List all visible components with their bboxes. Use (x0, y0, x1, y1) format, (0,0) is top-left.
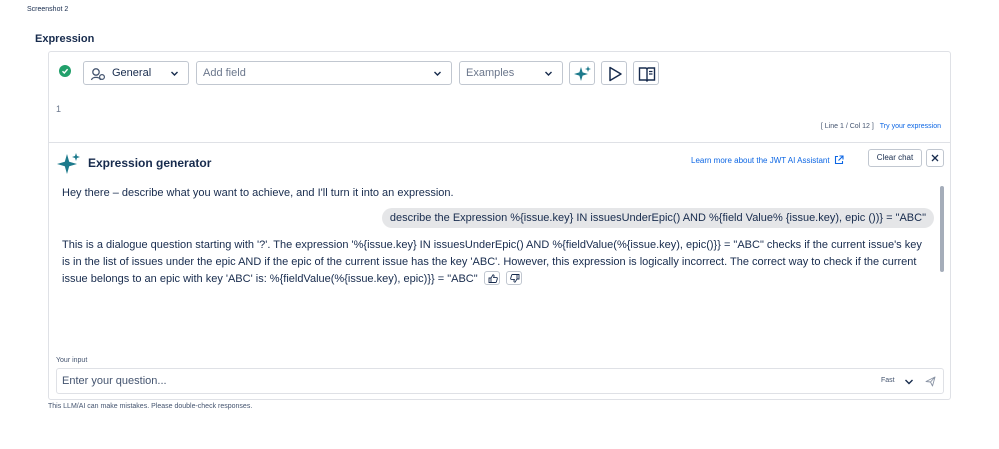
documentation-button[interactable] (633, 61, 659, 85)
examples-select-value: Examples (466, 67, 515, 79)
expression-generator-panel: Expression generator Learn more about th… (49, 142, 950, 400)
external-link-icon (834, 155, 844, 165)
thumbs-down-button[interactable] (505, 271, 522, 286)
close-icon (931, 154, 939, 162)
thumbs-down-icon (509, 274, 520, 283)
assistant-intro-message: Hey there – describe what you want to ac… (62, 187, 454, 199)
cursor-position: [ Line 1 / Col 12 ] (820, 123, 874, 130)
check-circle-icon (59, 65, 71, 77)
run-icon (609, 66, 622, 82)
docs-icon (638, 67, 656, 82)
run-expression-button[interactable] (601, 61, 627, 85)
settings-user-icon (90, 68, 106, 81)
learn-more-link[interactable]: Learn more about the JWT AI Assistant (691, 155, 844, 165)
thumbs-up-button[interactable] (483, 271, 500, 286)
add-field-select[interactable]: Add field (196, 61, 452, 85)
question-input-box: Fast (56, 368, 944, 394)
ai-disclaimer: This LLM/AI can make mistakes. Please do… (48, 403, 253, 410)
category-select-value: General (112, 67, 152, 79)
line-number: 1 (56, 104, 62, 114)
chevron-down-icon (434, 71, 441, 76)
assistant-answer: This is a dialogue question starting wit… (62, 237, 928, 288)
add-field-placeholder: Add field (203, 67, 246, 79)
examples-select[interactable]: Examples (459, 61, 563, 85)
chevron-down-icon (171, 71, 178, 76)
category-select[interactable]: General (83, 61, 189, 85)
ai-generate-button[interactable] (569, 61, 595, 85)
send-icon[interactable] (925, 376, 936, 387)
generator-title: Expression generator (88, 156, 212, 170)
cursor-status: [ Line 1 / Col 12 ] Try your expression (821, 123, 941, 130)
input-label: Your input (56, 357, 88, 364)
try-expression-link[interactable]: Try your expression (880, 123, 941, 130)
ai-sparkle-icon (574, 66, 591, 81)
ai-sparkle-icon (57, 153, 80, 174)
question-input[interactable] (62, 373, 862, 389)
thumbs-up-icon (488, 274, 498, 284)
expression-editor: General Add field Examples 1 [Line 1 / … (48, 51, 951, 400)
chevron-down-icon (545, 71, 552, 76)
clear-chat-button[interactable]: Clear chat (868, 149, 922, 167)
chevron-down-icon[interactable] (904, 377, 914, 387)
user-message-bubble: describe the Expression %{issue.key} IN … (381, 208, 934, 228)
editor-toolbar: General Add field Examples (49, 52, 950, 98)
learn-more-text: Learn more about the JWT AI Assistant (691, 155, 830, 165)
speed-select-value[interactable]: Fast (881, 377, 895, 384)
section-title: Expression (35, 33, 95, 45)
close-generator-button[interactable] (926, 149, 944, 167)
chat-scrollbar[interactable] (940, 186, 944, 272)
screenshot-label: Screenshot 2 (27, 6, 69, 13)
